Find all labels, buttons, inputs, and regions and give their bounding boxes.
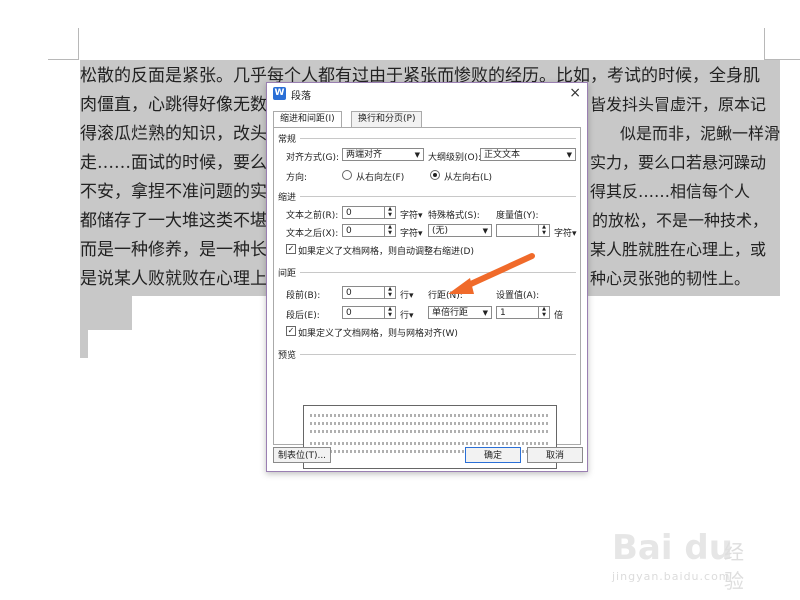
chevron-down-icon: ▼ [482, 309, 488, 317]
document-line-fragment[interactable]: 种心灵张弛的韧性上。 [590, 266, 750, 292]
space-after-label: 段后(E): [286, 311, 320, 321]
measure-label: 度量值(Y): [496, 211, 539, 221]
measure-input[interactable]: ▲ ▼ [496, 224, 550, 237]
space-before-unit[interactable]: 行▾ [400, 288, 414, 301]
ltr-radio[interactable] [430, 170, 440, 180]
spin-arrows-icon[interactable]: ▲ ▼ [538, 224, 549, 236]
document-line[interactable]: 肉僵直，心跳得好像无数 [80, 92, 267, 118]
direction-label: 方向: [286, 173, 308, 183]
dialog-title: 段落 [291, 91, 311, 102]
document-line[interactable]: 都储存了一大堆这类不堪 [80, 208, 267, 234]
section-spacing: 间距 [278, 269, 297, 279]
document-line-fragment[interactable]: 的放松，不是一种技术， [592, 208, 768, 234]
baidu-watermark: Bai du 经验 jingyan.baidu.com [612, 520, 762, 593]
preview-line [310, 430, 550, 433]
set-value-input[interactable]: 1 ▲ ▼ [496, 306, 550, 319]
chevron-down-icon: ▼ [566, 151, 572, 159]
section-preview: 预览 [278, 351, 297, 361]
chevron-down-icon: ▼ [414, 151, 420, 159]
crop-mark-top-left-v [78, 28, 79, 60]
line-spacing-select[interactable]: 单倍行距 ▼ [428, 306, 492, 319]
tab-line-page-breaks[interactable]: 换行和分页(P) [351, 111, 423, 127]
divider [300, 196, 576, 197]
indent-after-value: 0 [346, 226, 352, 236]
auto-adjust-checkbox[interactable]: ✓ [286, 244, 296, 254]
section-indent: 缩进 [278, 193, 297, 203]
special-format-label: 特殊格式(S): [428, 211, 480, 221]
space-after-unit[interactable]: 行▾ [400, 308, 414, 321]
spin-arrows-icon[interactable]: ▲ ▼ [384, 286, 395, 298]
chevron-down-icon: ▼ [482, 227, 488, 235]
set-value-unit: 倍 [554, 311, 564, 321]
alignment-select[interactable]: 两端对齐 ▼ [342, 148, 424, 161]
document-line[interactable]: 而是一种修养，是一种长 [80, 237, 267, 263]
outline-level-label: 大纲级别(O): [428, 153, 482, 163]
cancel-button[interactable]: 取消 [527, 447, 583, 463]
ltr-label: 从左向右(L) [444, 173, 493, 183]
spin-arrows-icon[interactable]: ▲ ▼ [384, 206, 395, 218]
indent-after-unit[interactable]: 字符▾ [400, 226, 423, 239]
spin-arrows-icon[interactable]: ▲ ▼ [384, 224, 395, 236]
section-general: 常规 [278, 135, 297, 145]
watermark-cn: 经验 [724, 540, 744, 593]
annotation-arrow-icon [448, 253, 535, 294]
document-line[interactable]: 走……面试的时候，要么 [80, 150, 267, 176]
special-format-value: (无) [432, 226, 449, 236]
alignment-label: 对齐方式(G): [286, 153, 340, 163]
space-after-input[interactable]: 0 ▲ ▼ [342, 306, 396, 319]
document-line[interactable]: 是说某人败就败在心理上 [80, 266, 267, 292]
preview-line [310, 414, 550, 417]
watermark-url: jingyan.baidu.com [612, 570, 731, 583]
special-format-select[interactable]: (无) ▼ [428, 224, 492, 237]
dialog-titlebar[interactable]: W 段落 × [267, 83, 587, 105]
document-line-fragment[interactable]: 某人胜就胜在心理上，或 [590, 237, 766, 263]
outline-level-select[interactable]: 正文文本 ▼ [480, 148, 576, 161]
tabs-button[interactable]: 制表位(T)... [273, 447, 331, 463]
indent-before-input[interactable]: 0 ▲ ▼ [342, 206, 396, 219]
indent-before-value: 0 [346, 208, 352, 218]
preview-line [310, 442, 550, 445]
divider [300, 138, 576, 139]
crop-mark-top-left-h [48, 59, 79, 60]
close-icon[interactable]: × [569, 85, 581, 101]
watermark-logo: Bai du [612, 528, 733, 568]
outline-level-value: 正文文本 [484, 150, 521, 160]
document-line-fragment[interactable]: 得其反……相信每个人 [590, 179, 750, 205]
document-line-fragment[interactable]: 皆发抖头冒虚汗，原本记 [590, 92, 766, 118]
crop-mark-top-right-v [764, 28, 765, 60]
document-selection-tail-2 [80, 330, 88, 358]
document-line-fragment[interactable]: 似是而非，泥鳅一样滑 [620, 121, 780, 147]
preview-line [310, 422, 550, 425]
line-spacing-value: 单倍行距 [432, 308, 469, 318]
ok-button[interactable]: 确定 [465, 447, 521, 463]
document-line-fragment[interactable]: 实力，要么口若悬河躁动 [590, 150, 766, 176]
space-after-value: 0 [346, 308, 352, 318]
indent-after-label: 文本之后(X): [286, 229, 339, 239]
alignment-value: 两端对齐 [346, 150, 383, 160]
document-line[interactable]: 得滚瓜烂熟的知识，改头 [80, 121, 267, 147]
set-value-value: 1 [500, 308, 506, 318]
snap-grid-checkbox[interactable]: ✓ [286, 326, 296, 336]
wps-app-icon: W [273, 87, 286, 100]
document-selection-tail [80, 296, 132, 330]
indent-before-label: 文本之前(R): [286, 211, 339, 221]
spin-arrows-icon[interactable]: ▲ ▼ [384, 306, 395, 318]
space-before-label: 段前(B): [286, 291, 321, 301]
snap-grid-label: 如果定义了文档网格，则与网格对齐(W) [298, 329, 458, 339]
rtl-radio[interactable] [342, 170, 352, 180]
space-before-input[interactable]: 0 ▲ ▼ [342, 286, 396, 299]
indent-after-input[interactable]: 0 ▲ ▼ [342, 224, 396, 237]
rtl-label: 从右向左(F) [356, 173, 405, 183]
measure-unit[interactable]: 字符▾ [554, 226, 577, 239]
divider [300, 354, 576, 355]
spin-arrows-icon[interactable]: ▲ ▼ [538, 306, 549, 318]
document-line[interactable]: 不安，拿捏不准问题的实 [80, 179, 267, 205]
space-before-value: 0 [346, 288, 352, 298]
tab-indent-spacing[interactable]: 缩进和间距(I) [273, 111, 342, 128]
indent-before-unit[interactable]: 字符▾ [400, 208, 423, 221]
